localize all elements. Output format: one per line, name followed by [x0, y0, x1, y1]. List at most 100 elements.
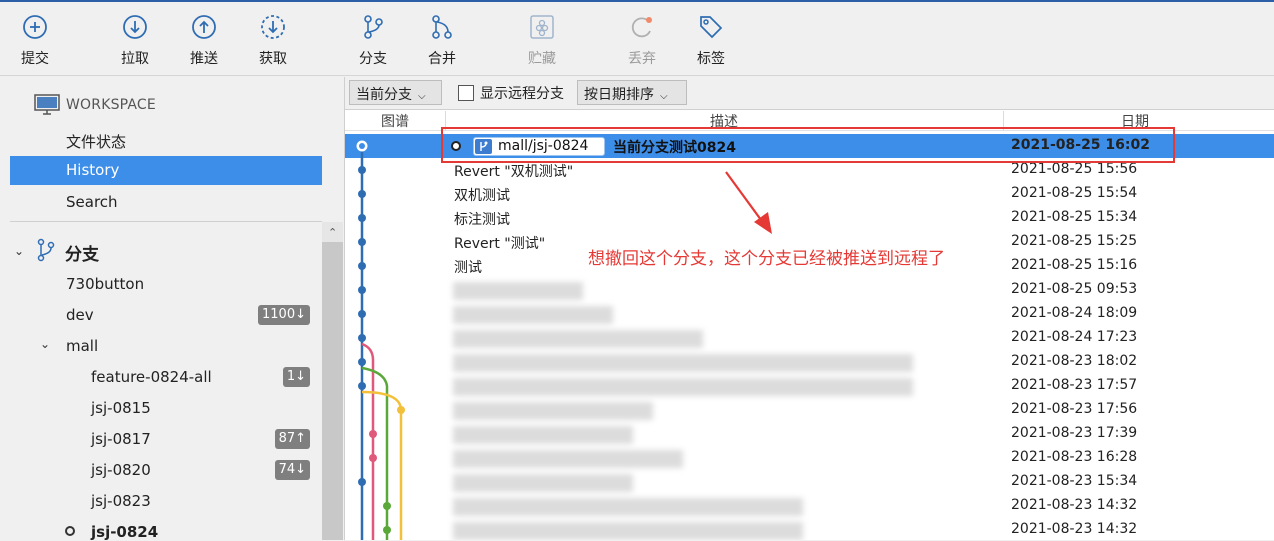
discard-button[interactable]: 丢弃 [607, 12, 677, 72]
commit-description: 标注测试 [454, 212, 510, 228]
commit-row[interactable]: 标注测试 2021-08-25 15:34 [345, 206, 1274, 230]
commit-date: 2021-08-23 17:56 [1011, 401, 1138, 417]
commit-date: 2021-08-25 09:53 [1011, 281, 1138, 297]
sort-value: 按日期排序 [584, 87, 654, 103]
scrollbar-thumb[interactable] [322, 242, 343, 540]
redacted-text [453, 402, 653, 420]
branch-button[interactable]: 分支 [338, 12, 408, 72]
sort-dropdown[interactable]: 按日期排序 ⌵ [577, 80, 687, 105]
annotation-highlight-box [441, 127, 1175, 163]
branch-item[interactable]: dev [66, 306, 94, 324]
commit-description: Revert "双机测试" [454, 164, 574, 180]
scroll-up-icon[interactable]: ⌃ [328, 226, 337, 239]
branch-item[interactable]: jsj-0817 [91, 430, 151, 448]
sidebar-item-history-label: History [66, 161, 120, 179]
commit-date: 2021-08-23 14:32 [1011, 521, 1138, 537]
redacted-text [453, 306, 613, 324]
stash-label: 贮藏 [528, 51, 556, 67]
push-button[interactable]: 推送 [169, 12, 239, 72]
annotation-text: 想撤回这个分支，这个分支已经被推送到远程了 [588, 249, 945, 269]
commit-date: 2021-08-23 17:57 [1011, 377, 1138, 393]
sidebar-divider [10, 221, 322, 222]
pull-button[interactable]: 拉取 [100, 12, 170, 72]
sidebar-scrollbar[interactable]: ⌃ [322, 222, 343, 540]
chevron-down-icon: ⌵ [418, 91, 426, 102]
commit-date: 2021-08-23 16:28 [1011, 449, 1138, 465]
sidebar-item-search[interactable]: Search [66, 193, 118, 211]
commit-date: 2021-08-23 17:39 [1011, 425, 1138, 441]
branch-item-current[interactable]: jsj-0824 [91, 523, 158, 541]
branch-icon [364, 15, 383, 39]
column-graph[interactable]: 图谱 [381, 111, 409, 131]
branch-label: 分支 [359, 51, 387, 67]
sidebar-item-file-status[interactable]: 文件状态 [66, 131, 126, 152]
commit-date: 2021-08-25 15:34 [1011, 209, 1138, 225]
commit-description: 双机测试 [454, 188, 510, 204]
commit-list: mall/jsj-0824 当前分支测试0824 2021-08-25 16:0… [345, 134, 1274, 540]
branch-item[interactable]: jsj-0815 [91, 399, 151, 417]
branch-item[interactable]: jsj-0820 [91, 461, 151, 479]
chevron-down-icon[interactable]: ⌄ [14, 244, 24, 258]
monitor-icon [34, 94, 60, 115]
sidebar: WORKSPACE 文件状态 History Search ⌄ 分支 730bu… [0, 77, 344, 541]
redacted-text [453, 426, 633, 444]
stash-icon [530, 15, 554, 39]
fetch-button[interactable]: 获取 [238, 12, 308, 72]
branch-icon [37, 238, 55, 262]
tag-label: 标签 [697, 51, 725, 67]
chevron-down-icon[interactable]: ⌄ [40, 337, 50, 351]
tag-icon [700, 16, 723, 39]
branch-folder[interactable]: mall [66, 337, 98, 355]
branch-behind-badge: 74↓ [274, 460, 310, 480]
toolbar: 提交 拉取 推送 获取 分支 合并 贮藏 丢弃 标签 [0, 2, 1274, 76]
branch-behind-badge: 1100↓ [258, 305, 310, 325]
sidebar-item-history[interactable]: History [10, 156, 322, 185]
redacted-text [453, 282, 583, 300]
commit-date: 2021-08-24 18:09 [1011, 305, 1138, 321]
commit-description: Revert "测试" [454, 236, 546, 252]
show-remote-checkbox[interactable] [458, 85, 474, 101]
plus-circle-icon [23, 15, 47, 39]
redacted-text [453, 330, 703, 348]
commit-date: 2021-08-23 15:34 [1011, 473, 1138, 489]
commit-button[interactable]: 提交 [0, 12, 70, 72]
branches-title[interactable]: 分支 [65, 240, 99, 265]
commit-date: 2021-08-25 15:54 [1011, 185, 1138, 201]
redacted-text [453, 522, 803, 540]
filter-bar: 当前分支 ⌵ 显示远程分支 按日期排序 ⌵ [345, 77, 1274, 110]
commit-date: 2021-08-25 15:56 [1011, 161, 1138, 177]
discard-icon [631, 17, 652, 38]
redacted-text [453, 450, 683, 468]
redacted-text [453, 378, 913, 396]
branch-item[interactable]: 730button [66, 275, 144, 293]
arrow-up-circle-icon [192, 15, 216, 39]
redacted-text [453, 474, 633, 492]
tag-button[interactable]: 标签 [676, 12, 746, 72]
fetch-label: 获取 [259, 51, 287, 67]
merge-button[interactable]: 合并 [407, 12, 477, 72]
fetch-icon [261, 15, 285, 39]
current-branch-icon [65, 526, 75, 536]
branch-ahead-badge: 87↑ [274, 429, 310, 449]
redacted-text [453, 354, 913, 372]
discard-label: 丢弃 [628, 51, 656, 67]
workspace-header: WORKSPACE [34, 93, 156, 117]
branch-filter-value: 当前分支 [356, 87, 412, 103]
commit-date: 2021-08-25 15:16 [1011, 257, 1138, 273]
workspace-title: WORKSPACE [66, 97, 156, 113]
commit-label: 提交 [21, 51, 49, 67]
commit-row[interactable]: 双机测试 2021-08-25 15:54 [345, 182, 1274, 206]
commit-date: 2021-08-23 18:02 [1011, 353, 1138, 369]
merge-label: 合并 [428, 51, 456, 67]
redacted-text [453, 498, 803, 516]
chevron-down-icon: ⌵ [660, 91, 668, 102]
arrow-down-circle-icon [123, 15, 147, 39]
branch-filter-dropdown[interactable]: 当前分支 ⌵ [349, 80, 442, 105]
stash-button[interactable]: 贮藏 [507, 12, 577, 72]
show-remote-label[interactable]: 显示远程分支 [480, 83, 564, 103]
annotation-arrow-icon [725, 171, 772, 234]
branch-behind-badge: 1↓ [282, 367, 310, 387]
commit-date: 2021-08-25 15:25 [1011, 233, 1138, 249]
branch-item[interactable]: feature-0824-all [91, 368, 212, 386]
branch-item[interactable]: jsj-0823 [91, 492, 151, 510]
